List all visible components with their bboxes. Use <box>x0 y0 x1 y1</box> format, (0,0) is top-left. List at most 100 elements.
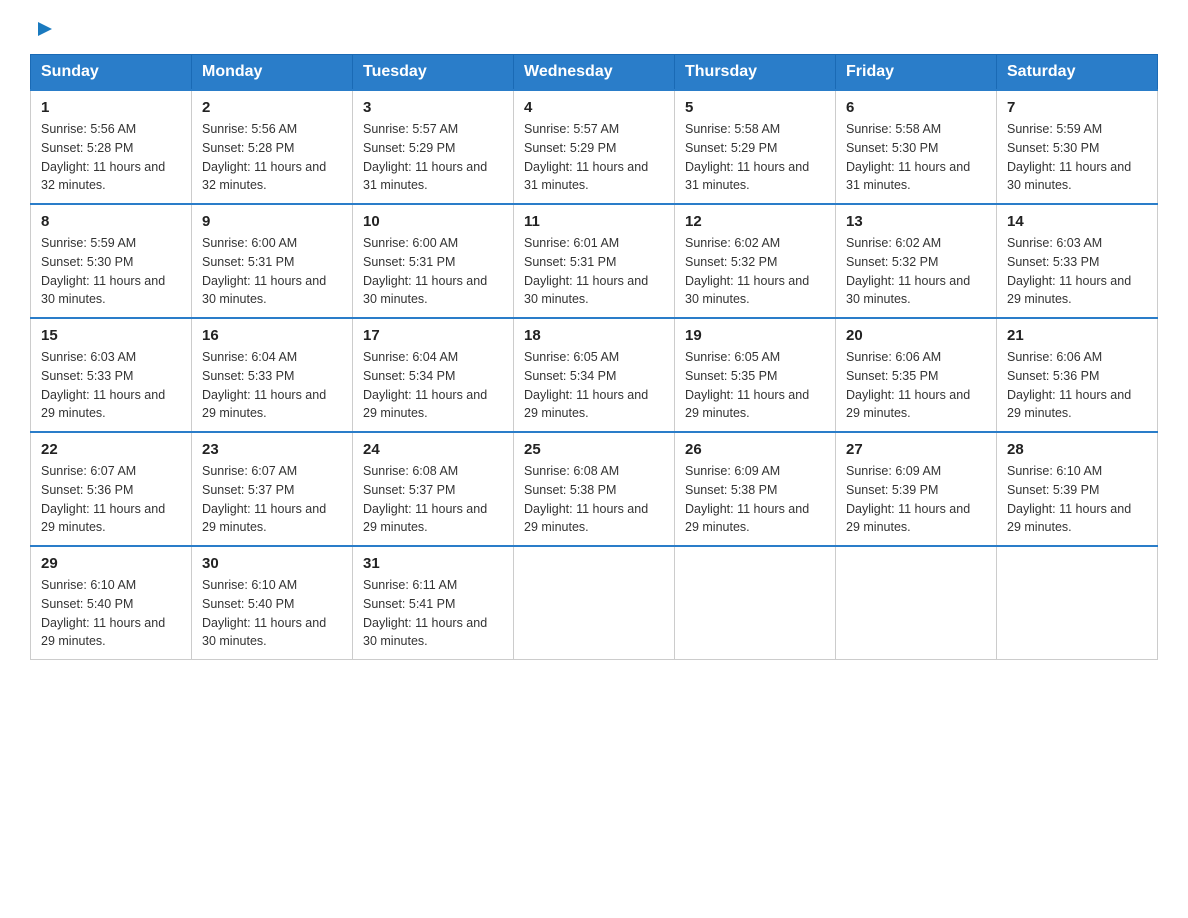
day-info: Sunrise: 5:58 AMSunset: 5:30 PMDaylight:… <box>846 120 986 195</box>
calendar-cell: 3 Sunrise: 5:57 AMSunset: 5:29 PMDaylight… <box>353 90 514 204</box>
weekday-header-monday: Monday <box>192 55 353 91</box>
day-info: Sunrise: 6:05 AMSunset: 5:34 PMDaylight:… <box>524 348 664 423</box>
calendar-cell: 13Sunrise: 6:02 AMSunset: 5:32 PMDayligh… <box>836 204 997 318</box>
day-info: Sunrise: 6:10 AMSunset: 5:40 PMDaylight:… <box>41 576 181 651</box>
day-info: Sunrise: 6:04 AMSunset: 5:33 PMDaylight:… <box>202 348 342 423</box>
day-number: 16 <box>202 327 342 344</box>
day-number: 23 <box>202 441 342 458</box>
day-number: 4 <box>524 99 664 116</box>
day-number: 28 <box>1007 441 1147 458</box>
calendar-cell: 4Sunrise: 5:57 AMSunset: 5:29 PMDaylight… <box>514 90 675 204</box>
day-number: 1 <box>41 99 181 116</box>
day-info: Sunrise: 5:56 AMSunset: 5:28 PMDaylight:… <box>202 120 342 195</box>
calendar-cell: 2 Sunrise: 5:56 AMSunset: 5:28 PMDaylight… <box>192 90 353 204</box>
day-info: Sunrise: 6:06 AMSunset: 5:35 PMDaylight:… <box>846 348 986 423</box>
day-info: Sunrise: 6:03 AMSunset: 5:33 PMDaylight:… <box>41 348 181 423</box>
calendar-week-4: 22 Sunrise: 6:07 AMSunset: 5:36 PMDayligh… <box>31 432 1158 546</box>
day-number: 24 <box>363 441 503 458</box>
calendar-cell: 29 Sunrise: 6:10 AMSunset: 5:40 PMDayligh… <box>31 546 192 660</box>
day-number: 31 <box>363 555 503 572</box>
day-info: Sunrise: 6:02 AMSunset: 5:32 PMDaylight:… <box>685 234 825 309</box>
day-info: Sunrise: 6:06 AMSunset: 5:36 PMDaylight:… <box>1007 348 1147 423</box>
logo-icon <box>32 18 54 40</box>
day-info: Sunrise: 5:59 AMSunset: 5:30 PMDaylight:… <box>1007 120 1147 195</box>
day-info: Sunrise: 5:59 AMSunset: 5:30 PMDaylight:… <box>41 234 181 309</box>
calendar-header: SundayMondayTuesdayWednesdayThursdayFrid… <box>31 55 1158 91</box>
day-info: Sunrise: 6:07 AMSunset: 5:37 PMDaylight:… <box>202 462 342 537</box>
day-info: Sunrise: 5:56 AMSunset: 5:28 PMDaylight:… <box>41 120 181 195</box>
weekday-header-thursday: Thursday <box>675 55 836 91</box>
calendar-week-5: 29 Sunrise: 6:10 AMSunset: 5:40 PMDayligh… <box>31 546 1158 660</box>
day-number: 25 <box>524 441 664 458</box>
calendar-cell: 14Sunrise: 6:03 AMSunset: 5:33 PMDayligh… <box>997 204 1158 318</box>
calendar-cell: 17 Sunrise: 6:04 AMSunset: 5:34 PMDayligh… <box>353 318 514 432</box>
calendar-cell: 10 Sunrise: 6:00 AMSunset: 5:31 PMDayligh… <box>353 204 514 318</box>
day-info: Sunrise: 6:00 AMSunset: 5:31 PMDaylight:… <box>363 234 503 309</box>
calendar-table: SundayMondayTuesdayWednesdayThursdayFrid… <box>30 54 1158 660</box>
calendar-cell: 15 Sunrise: 6:03 AMSunset: 5:33 PMDayligh… <box>31 318 192 432</box>
calendar-body: 1 Sunrise: 5:56 AMSunset: 5:28 PMDaylight… <box>31 90 1158 660</box>
day-number: 26 <box>685 441 825 458</box>
day-info: Sunrise: 6:10 AMSunset: 5:39 PMDaylight:… <box>1007 462 1147 537</box>
day-info: Sunrise: 6:08 AMSunset: 5:38 PMDaylight:… <box>524 462 664 537</box>
day-info: Sunrise: 6:03 AMSunset: 5:33 PMDaylight:… <box>1007 234 1147 309</box>
day-number: 7 <box>1007 99 1147 116</box>
calendar-cell: 23 Sunrise: 6:07 AMSunset: 5:37 PMDayligh… <box>192 432 353 546</box>
day-info: Sunrise: 5:58 AMSunset: 5:29 PMDaylight:… <box>685 120 825 195</box>
day-number: 11 <box>524 213 664 230</box>
day-number: 22 <box>41 441 181 458</box>
day-number: 10 <box>363 213 503 230</box>
calendar-cell: 26 Sunrise: 6:09 AMSunset: 5:38 PMDayligh… <box>675 432 836 546</box>
day-info: Sunrise: 6:07 AMSunset: 5:36 PMDaylight:… <box>41 462 181 537</box>
weekday-header-saturday: Saturday <box>997 55 1158 91</box>
calendar-cell: 22 Sunrise: 6:07 AMSunset: 5:36 PMDayligh… <box>31 432 192 546</box>
day-number: 2 <box>202 99 342 116</box>
day-number: 21 <box>1007 327 1147 344</box>
day-number: 29 <box>41 555 181 572</box>
day-info: Sunrise: 6:00 AMSunset: 5:31 PMDaylight:… <box>202 234 342 309</box>
calendar-cell: 30Sunrise: 6:10 AMSunset: 5:40 PMDayligh… <box>192 546 353 660</box>
calendar-cell: 7 Sunrise: 5:59 AMSunset: 5:30 PMDaylight… <box>997 90 1158 204</box>
calendar-cell <box>997 546 1158 660</box>
calendar-week-2: 8Sunrise: 5:59 AMSunset: 5:30 PMDaylight… <box>31 204 1158 318</box>
day-number: 12 <box>685 213 825 230</box>
calendar-cell <box>836 546 997 660</box>
day-number: 15 <box>41 327 181 344</box>
calendar-cell: 20Sunrise: 6:06 AMSunset: 5:35 PMDayligh… <box>836 318 997 432</box>
day-info: Sunrise: 6:04 AMSunset: 5:34 PMDaylight:… <box>363 348 503 423</box>
day-number: 6 <box>846 99 986 116</box>
day-info: Sunrise: 6:09 AMSunset: 5:39 PMDaylight:… <box>846 462 986 537</box>
calendar-cell: 9 Sunrise: 6:00 AMSunset: 5:31 PMDaylight… <box>192 204 353 318</box>
day-number: 9 <box>202 213 342 230</box>
calendar-cell: 24 Sunrise: 6:08 AMSunset: 5:37 PMDayligh… <box>353 432 514 546</box>
day-info: Sunrise: 6:02 AMSunset: 5:32 PMDaylight:… <box>846 234 986 309</box>
day-info: Sunrise: 6:10 AMSunset: 5:40 PMDaylight:… <box>202 576 342 651</box>
day-info: Sunrise: 6:09 AMSunset: 5:38 PMDaylight:… <box>685 462 825 537</box>
day-info: Sunrise: 6:08 AMSunset: 5:37 PMDaylight:… <box>363 462 503 537</box>
day-number: 17 <box>363 327 503 344</box>
calendar-cell: 21 Sunrise: 6:06 AMSunset: 5:36 PMDayligh… <box>997 318 1158 432</box>
calendar-cell <box>675 546 836 660</box>
calendar-cell: 18Sunrise: 6:05 AMSunset: 5:34 PMDayligh… <box>514 318 675 432</box>
day-number: 5 <box>685 99 825 116</box>
day-number: 3 <box>363 99 503 116</box>
weekday-header-tuesday: Tuesday <box>353 55 514 91</box>
page-header <box>30 20 1158 36</box>
calendar-cell: 19 Sunrise: 6:05 AMSunset: 5:35 PMDayligh… <box>675 318 836 432</box>
calendar-cell <box>514 546 675 660</box>
calendar-cell: 12 Sunrise: 6:02 AMSunset: 5:32 PMDayligh… <box>675 204 836 318</box>
logo <box>30 20 54 36</box>
calendar-cell: 1 Sunrise: 5:56 AMSunset: 5:28 PMDaylight… <box>31 90 192 204</box>
day-number: 19 <box>685 327 825 344</box>
calendar-week-1: 1 Sunrise: 5:56 AMSunset: 5:28 PMDaylight… <box>31 90 1158 204</box>
calendar-cell: 5 Sunrise: 5:58 AMSunset: 5:29 PMDaylight… <box>675 90 836 204</box>
calendar-cell: 25 Sunrise: 6:08 AMSunset: 5:38 PMDayligh… <box>514 432 675 546</box>
day-info: Sunrise: 6:05 AMSunset: 5:35 PMDaylight:… <box>685 348 825 423</box>
weekday-header-sunday: Sunday <box>31 55 192 91</box>
calendar-week-3: 15 Sunrise: 6:03 AMSunset: 5:33 PMDayligh… <box>31 318 1158 432</box>
calendar-cell: 6 Sunrise: 5:58 AMSunset: 5:30 PMDaylight… <box>836 90 997 204</box>
day-info: Sunrise: 5:57 AMSunset: 5:29 PMDaylight:… <box>363 120 503 195</box>
calendar-cell: 16 Sunrise: 6:04 AMSunset: 5:33 PMDayligh… <box>192 318 353 432</box>
calendar-cell: 28 Sunrise: 6:10 AMSunset: 5:39 PMDayligh… <box>997 432 1158 546</box>
calendar-cell: 11Sunrise: 6:01 AMSunset: 5:31 PMDayligh… <box>514 204 675 318</box>
